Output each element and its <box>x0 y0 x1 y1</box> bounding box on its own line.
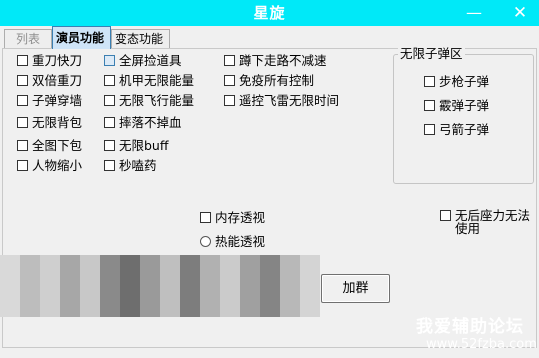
no-recoil-line2: 使用 <box>455 221 481 236</box>
checkbox-icon[interactable] <box>17 140 28 151</box>
redacted-image <box>0 255 320 317</box>
minimize-button[interactable]: — <box>457 0 491 26</box>
checkbox-icon[interactable] <box>104 55 115 66</box>
checkbox-icon[interactable] <box>104 75 115 86</box>
tab-list[interactable]: 列表 <box>4 29 52 49</box>
watermark-url: www.52fzba.com <box>426 337 537 352</box>
checkbox-icon[interactable] <box>200 212 211 223</box>
checkbox-icon[interactable] <box>104 160 115 171</box>
watermark-title: 我爱辅助论坛 <box>416 317 524 337</box>
checkbox-icon[interactable] <box>424 76 435 87</box>
tab-abnormal-functions[interactable]: 变态功能 <box>111 29 170 49</box>
checkbox-icon[interactable] <box>424 124 435 135</box>
checkbox-icon[interactable] <box>104 117 115 128</box>
checkbox-icon[interactable] <box>424 100 435 111</box>
join-group-button[interactable]: 加群 <box>321 274 390 303</box>
checkbox-icon[interactable] <box>17 117 28 128</box>
checkbox-icon[interactable] <box>104 95 115 106</box>
checkbox-icon[interactable] <box>17 55 28 66</box>
window-client: 列表 演员功能 变态功能 重刀快刀 双倍重刀 子弹穿墙 无限背包 全图下包 人物… <box>0 26 539 358</box>
checkbox-icon[interactable] <box>104 140 115 151</box>
checkbox-icon[interactable] <box>224 95 235 106</box>
checkbox-icon[interactable] <box>17 160 28 171</box>
checkbox-icon[interactable] <box>17 95 28 106</box>
title-bar: 星旋 — ✕ <box>0 0 539 26</box>
radio-icon[interactable] <box>200 236 211 247</box>
tab-actor-functions[interactable]: 演员功能 <box>52 26 111 49</box>
close-button[interactable]: ✕ <box>503 0 537 26</box>
window-title: 星旋 <box>253 4 286 22</box>
checkbox-icon[interactable] <box>224 55 235 66</box>
checkbox-icon[interactable] <box>224 75 235 86</box>
ammo-group-title: 无限子弹区 <box>398 46 465 62</box>
checkbox-icon[interactable] <box>17 75 28 86</box>
checkbox-icon[interactable] <box>440 210 451 221</box>
